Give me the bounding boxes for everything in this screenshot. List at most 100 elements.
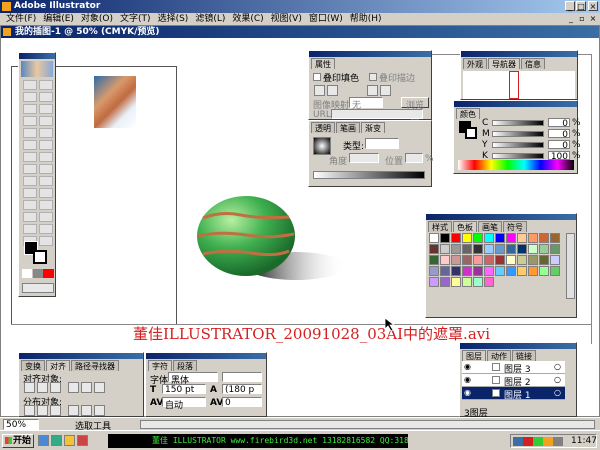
color-swatch[interactable] [462, 266, 472, 276]
channel-slider[interactable] [492, 120, 544, 126]
layers-tab-0[interactable]: 图层 [462, 350, 486, 361]
minimize-button[interactable]: _ [565, 1, 575, 11]
tool-button-icon[interactable] [23, 152, 37, 162]
color-swatch[interactable] [451, 277, 461, 287]
color-swatch[interactable] [440, 277, 450, 287]
menu-item-6[interactable]: 效果(C) [232, 13, 263, 25]
color-swatch[interactable] [550, 233, 560, 243]
align-tab-2[interactable]: 路径寻找器 [71, 360, 119, 371]
menu-item-4[interactable]: 选择(S) [158, 13, 189, 25]
tool-button-icon[interactable] [39, 176, 53, 186]
target-icon[interactable]: ○ [554, 388, 561, 397]
navigator-tab-2[interactable]: 信息 [521, 58, 545, 69]
gradient-angle-field[interactable] [349, 153, 379, 163]
layer-row[interactable]: ◉ 图层 2 ○ [462, 374, 565, 388]
character-tab-0[interactable]: 字符 [148, 360, 172, 371]
color-swatch[interactable] [506, 266, 516, 276]
color-swatch[interactable] [429, 233, 439, 243]
menu-item-8[interactable]: 窗口(W) [309, 13, 343, 25]
tool-button-icon[interactable] [39, 236, 53, 246]
gradient-tab-0[interactable]: 透明 [311, 122, 335, 133]
gradient-position-field[interactable] [405, 153, 423, 163]
tab-color[interactable]: 颜色 [456, 108, 480, 119]
app-icon[interactable] [77, 435, 88, 446]
placed-image[interactable] [94, 76, 136, 128]
color-swatch[interactable] [506, 244, 516, 254]
color-swatch[interactable] [495, 233, 505, 243]
gradient-tab-2[interactable]: 渐变 [361, 122, 385, 133]
tool-button-icon[interactable] [23, 188, 37, 198]
tool-button-icon[interactable] [39, 104, 53, 114]
tool-button-icon[interactable] [39, 116, 53, 126]
layers-tab-2[interactable]: 链接 [512, 350, 536, 361]
url-field[interactable] [331, 109, 423, 119]
eye-icon[interactable]: ◉ [464, 388, 471, 397]
color-swatch[interactable] [451, 244, 461, 254]
swatches-tab-3[interactable]: 符号 [503, 221, 527, 232]
color-swatch[interactable] [484, 233, 494, 243]
color-swatch[interactable] [528, 244, 538, 254]
egg-artwork[interactable] [181, 191, 351, 291]
color-swatch[interactable] [462, 277, 472, 287]
eye-icon[interactable]: ◉ [464, 362, 471, 371]
tool-button-icon[interactable] [23, 164, 37, 174]
color-swatch[interactable] [495, 255, 505, 265]
navigator-tab-0[interactable]: 外观 [463, 58, 487, 69]
layer-name[interactable]: 图层 1 [504, 388, 531, 401]
folder-icon[interactable] [64, 435, 75, 446]
eye-icon[interactable]: ◉ [464, 375, 471, 384]
tray-icons[interactable] [513, 437, 563, 446]
color-swatch[interactable] [528, 255, 538, 265]
color-swatch[interactable] [517, 244, 527, 254]
tool-button-icon[interactable] [23, 116, 37, 126]
color-swatch[interactable] [473, 233, 483, 243]
tool-button-icon[interactable] [23, 224, 37, 234]
color-swatch[interactable] [517, 266, 527, 276]
swatches-tab-2[interactable]: 画笔 [478, 221, 502, 232]
tool-button-icon[interactable] [39, 224, 53, 234]
character-tab-1[interactable]: 段落 [173, 360, 197, 371]
layer-row[interactable]: ◉ 图层 3 ○ [462, 361, 565, 375]
font-style-select[interactable] [222, 372, 262, 382]
zoom-field[interactable]: 50% [3, 419, 39, 430]
doc-minimize-button[interactable]: _ [566, 14, 576, 24]
color-swatch[interactable] [484, 266, 494, 276]
tool-button-icon[interactable] [39, 152, 53, 162]
color-swatch[interactable] [440, 266, 450, 276]
tool-button-icon[interactable] [39, 92, 53, 102]
color-swatch[interactable] [550, 266, 560, 276]
color-swatch[interactable] [429, 266, 439, 276]
kerning-field[interactable]: 自动 [162, 397, 206, 411]
channel-value[interactable]: 100 [548, 151, 570, 162]
ie-icon[interactable] [38, 435, 49, 446]
gradient-tab-1[interactable]: 笔画 [336, 122, 360, 133]
color-swatch[interactable] [440, 233, 450, 243]
layer-row[interactable]: ◉ 图层 1 ○ [462, 387, 565, 401]
channel-slider[interactable] [492, 142, 544, 148]
tool-button-icon[interactable] [39, 200, 53, 210]
menu-item-9[interactable]: 帮助(H) [350, 13, 382, 25]
channel-slider[interactable] [492, 153, 544, 159]
tool-button-icon[interactable] [23, 140, 37, 150]
menu-item-7[interactable]: 视图(V) [271, 13, 302, 25]
color-swatch[interactable] [506, 233, 516, 243]
navigator-tab-1[interactable]: 导航器 [488, 58, 520, 69]
color-swatch[interactable] [429, 277, 439, 287]
menu-item-0[interactable]: 文件(F) [6, 13, 36, 25]
gradient-type-select[interactable] [365, 138, 399, 149]
horizontal-scrollbar[interactable] [140, 420, 595, 429]
maximize-button[interactable]: □ [576, 1, 586, 11]
screen-mode-buttons[interactable] [22, 283, 54, 293]
image-map-select[interactable]: 无 [349, 97, 383, 111]
color-swatch[interactable] [451, 266, 461, 276]
color-spectrum[interactable] [458, 160, 574, 170]
font-select[interactable]: 黑体 [168, 372, 218, 386]
channel-value[interactable]: 0 [548, 129, 570, 140]
menu-item-3[interactable]: 文字(T) [120, 13, 151, 25]
gradient-slider[interactable] [313, 171, 425, 179]
color-swatch[interactable] [440, 244, 450, 254]
tool-button-icon[interactable] [39, 80, 53, 90]
color-swatch[interactable] [451, 255, 461, 265]
color-swatch[interactable] [539, 233, 549, 243]
color-swatch[interactable] [462, 255, 472, 265]
